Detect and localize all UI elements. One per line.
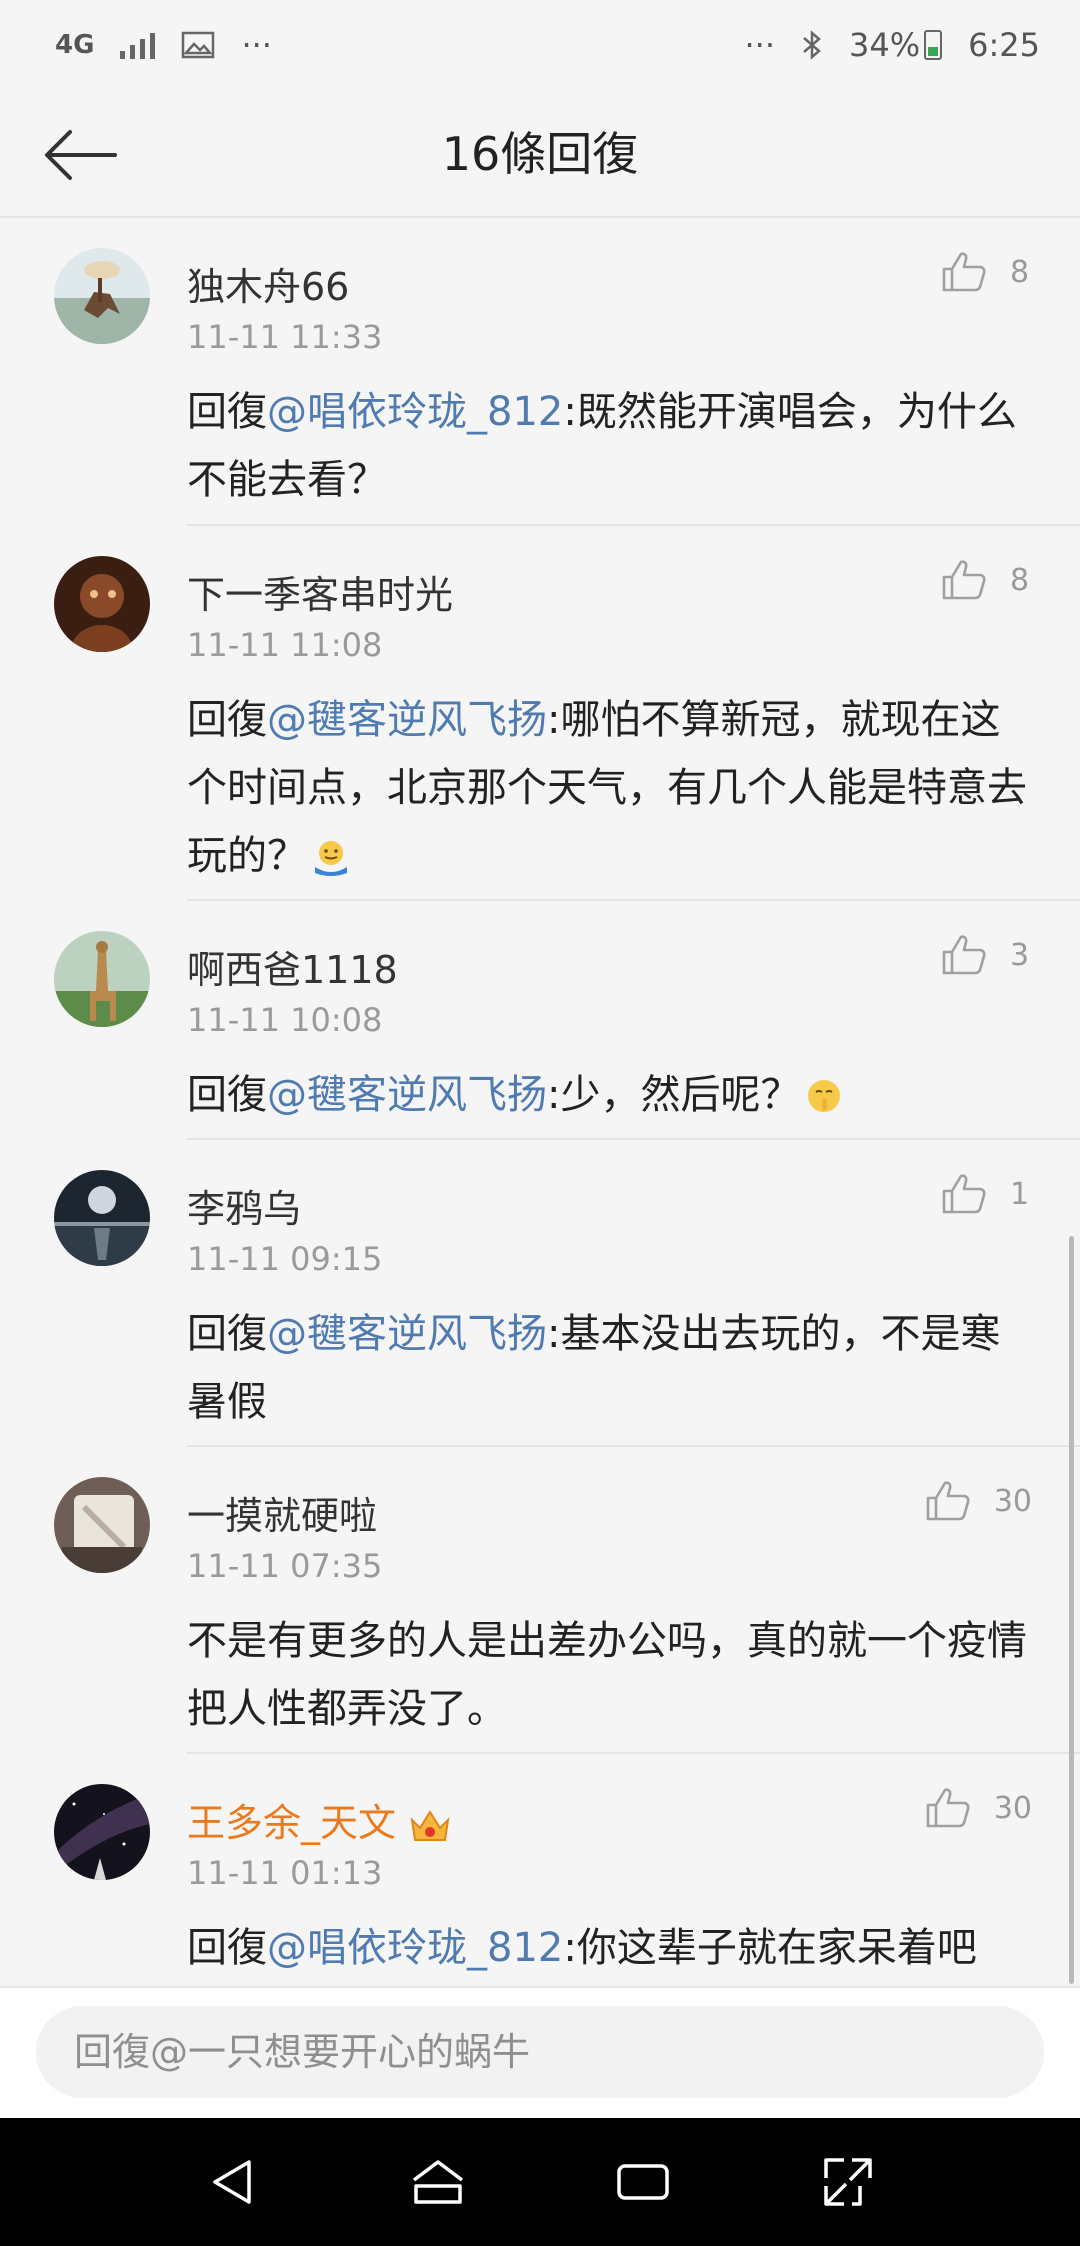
reply-prefix: 回復 — [187, 1072, 267, 1118]
avatar[interactable] — [54, 1170, 150, 1266]
mention-link[interactable]: @毽客逆风飞扬 — [267, 1072, 547, 1118]
reply-prefix: 回復 — [187, 1925, 267, 1971]
more-notifications: ··· — [241, 26, 272, 64]
like-count: 1 — [1010, 1176, 1030, 1212]
avatar[interactable] — [54, 556, 150, 652]
network-indicator: 4G — [55, 30, 95, 60]
thumbs-up-icon — [926, 1481, 970, 1521]
comment-item: 下一季客串时光 11-11 11:08 8 回復@毽客逆风飞扬:哪怕不算新冠，就… — [0, 526, 1080, 901]
home-icon — [412, 2160, 463, 2204]
system-nav-bar — [0, 2118, 1080, 2246]
commenter-name[interactable]: 李鸦乌 — [187, 1178, 301, 1233]
nav-expand-button[interactable] — [808, 2142, 888, 2222]
like-count: 30 — [993, 1790, 1032, 1826]
shush-emoji-icon — [808, 1080, 841, 1112]
reply-prefix: 回復 — [187, 697, 267, 743]
commenter-name[interactable]: 一摸就硬啦 — [187, 1485, 377, 1540]
image-notification-icon — [182, 31, 215, 59]
avatar[interactable] — [54, 1477, 150, 1573]
expand-icon — [823, 2158, 872, 2206]
avatar[interactable] — [54, 248, 150, 344]
mention-link[interactable]: @毽客逆风飞扬 — [267, 1311, 547, 1357]
thumbs-up-icon — [942, 560, 986, 600]
comment-item: 王多余_天文 11-11 01:13 30 回復@唱依玲珑_812:你这辈子就在… — [0, 1754, 1080, 1986]
commenter-name[interactable]: 独木舟66 — [187, 256, 349, 311]
nav-recents-button[interactable] — [603, 2142, 683, 2222]
like-button[interactable]: 8 — [940, 248, 1032, 296]
like-button[interactable]: 1 — [940, 1170, 1032, 1218]
vip-crown-icon — [410, 1809, 450, 1841]
mention-link[interactable]: @毽客逆风飞扬 — [267, 697, 547, 743]
shrug-emoji-icon — [315, 841, 347, 876]
commenter-name[interactable]: 下一季客串时光 — [187, 564, 453, 619]
like-button[interactable]: 8 — [940, 556, 1032, 604]
clock: 6:25 — [968, 26, 1040, 64]
comment-item: 独木舟66 11-11 11:33 8 回復@唱依玲珑_812:既然能开演唱会，… — [0, 218, 1080, 526]
comment-text: 回復@毽客逆风飞扬:少，然后呢？ — [187, 1061, 1040, 1129]
like-button[interactable]: 3 — [940, 931, 1032, 979]
nav-back-button[interactable] — [193, 2142, 273, 2222]
like-button[interactable]: 30 — [924, 1477, 1032, 1525]
thumbs-up-icon — [942, 252, 986, 292]
battery-percent: 34% — [849, 26, 921, 64]
like-count: 3 — [1010, 937, 1030, 973]
status-dots: ··· — [744, 26, 776, 64]
commenter-name[interactable]: 王多余_天文 — [187, 1792, 452, 1847]
scrollbar[interactable] — [1069, 1236, 1074, 1984]
avatar[interactable] — [54, 931, 150, 1027]
comment-text: 回復@毽客逆风飞扬:哪怕不算新冠，就现在这个时间点，北京那个天气，有几个人能是特… — [187, 686, 1040, 890]
recents-icon — [616, 2164, 669, 2200]
comment-time: 11-11 10:08 — [187, 1001, 383, 1039]
comment-text: 回復@唱依玲珑_812:你这辈子就在家呆着吧 — [187, 1914, 1040, 1982]
top-bar: 16條回復 — [0, 90, 1080, 218]
page-title: 16條回復 — [441, 127, 639, 181]
like-count: 8 — [1010, 562, 1030, 598]
like-count: 8 — [1010, 254, 1030, 290]
comment-list[interactable]: 独木舟66 11-11 11:33 8 回復@唱依玲珑_812:既然能开演唱会，… — [0, 218, 1080, 1986]
mention-link[interactable]: @唱依玲珑_812 — [267, 389, 563, 435]
thumbs-up-icon — [942, 935, 986, 975]
avatar[interactable] — [54, 1784, 150, 1880]
like-count: 30 — [993, 1483, 1032, 1519]
reply-prefix: 回復 — [187, 1311, 267, 1357]
reply-input[interactable] — [36, 2006, 1044, 2098]
comment-time: 11-11 11:33 — [187, 318, 383, 356]
comment-body: :你这辈子就在家呆着吧 — [563, 1925, 977, 1971]
comment-text: 回復@唱依玲珑_812:既然能开演唱会，为什么不能去看？ — [187, 378, 1040, 514]
status-bar: 4G ··· ··· 34% 6:25 — [0, 0, 1080, 90]
comment-time: 11-11 07:35 — [187, 1547, 383, 1585]
comment-text: 回復@毽客逆风飞扬:基本没出去玩的，不是寒暑假 — [187, 1300, 1040, 1436]
reply-prefix: 回復 — [187, 389, 267, 435]
signal-icon — [120, 31, 156, 59]
thumbs-up-icon — [942, 1174, 986, 1214]
commenter-name[interactable]: 啊西爸1118 — [187, 939, 398, 994]
comment-item: 啊西爸1118 11-11 10:08 3 回復@毽客逆风飞扬:少，然后呢？ — [0, 901, 1080, 1140]
back-triangle-icon — [212, 2160, 251, 2204]
comment-time: 11-11 11:08 — [187, 626, 383, 664]
nav-home-button[interactable] — [398, 2142, 478, 2222]
comment-time: 11-11 01:13 — [187, 1854, 383, 1892]
comment-time: 11-11 09:15 — [187, 1240, 383, 1278]
comment-item: 一摸就硬啦 11-11 07:35 30 不是有更多的人是出差办公吗，真的就一个… — [0, 1447, 1080, 1754]
bluetooth-icon — [803, 30, 821, 60]
comment-text: 不是有更多的人是出差办公吗，真的就一个疫情把人性都弄没了。 — [187, 1607, 1040, 1743]
comment-item: 李鸦乌 11-11 09:15 1 回復@毽客逆风飞扬:基本没出去玩的，不是寒暑… — [0, 1140, 1080, 1447]
thumbs-up-icon — [926, 1788, 970, 1828]
commenter-name-text: 王多余_天文 — [187, 1801, 397, 1845]
battery-icon — [924, 30, 943, 60]
comment-body: 不是有更多的人是出差办公吗，真的就一个疫情把人性都弄没了。 — [187, 1618, 1027, 1732]
reply-bar — [0, 1986, 1080, 2118]
mention-link[interactable]: @唱依玲珑_812 — [267, 1925, 563, 1971]
like-button[interactable]: 30 — [924, 1784, 1032, 1832]
comment-body: :少，然后呢？ — [547, 1072, 801, 1118]
